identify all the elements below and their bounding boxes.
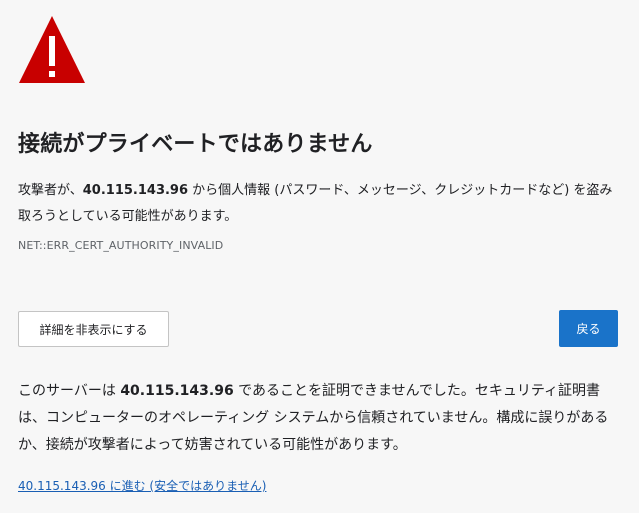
details-explanation: このサーバーは 40.115.143.96 であることを証明できませんでした。セ… [18, 378, 624, 459]
threat-description: 攻撃者が、40.115.143.96 から個人情報 (パスワード、メッセージ、ク… [18, 178, 618, 230]
back-button[interactable]: 戻る [559, 310, 618, 347]
proceed-unsafe-link[interactable]: 40.115.143.96 に進む (安全ではありません) [18, 477, 266, 494]
explanation-prefix: このサーバーは [18, 383, 121, 399]
page-title: 接続がプライベートではありません [18, 132, 373, 157]
warning-triangle-icon [19, 16, 85, 83]
description-host: 40.115.143.96 [82, 183, 189, 198]
interstitial-page: 接続がプライベートではありません 攻撃者が、40.115.143.96 から個人… [0, 0, 639, 513]
hide-details-button[interactable]: 詳細を非表示にする [18, 311, 169, 347]
explanation-host: 40.115.143.96 [120, 383, 234, 399]
description-prefix: 攻撃者が、 [18, 183, 83, 198]
error-code: NET::ERR_CERT_AUTHORITY_INVALID [18, 239, 224, 252]
